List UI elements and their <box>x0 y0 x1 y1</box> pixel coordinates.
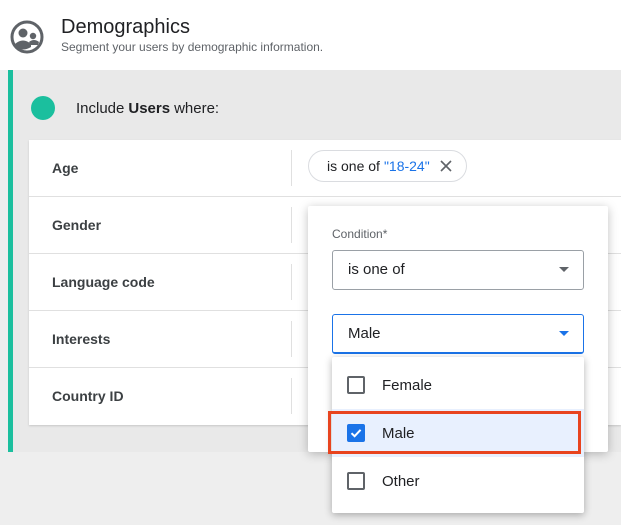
chip-condition: is one of <box>327 158 380 174</box>
row-label-interests: Interests <box>52 331 111 347</box>
include-text: Include Users where: <box>76 100 219 117</box>
selection-highlight-box <box>328 411 581 454</box>
row-divider <box>291 150 292 186</box>
table-row[interactable]: Age is one of "18-24" <box>29 140 621 197</box>
option-label: Female <box>382 376 433 394</box>
close-icon[interactable] <box>440 160 452 172</box>
option-other[interactable]: Other <box>332 457 584 505</box>
chevron-down-icon <box>559 331 569 336</box>
demographics-icon <box>10 20 44 54</box>
condition-select-value: is one of <box>348 261 405 278</box>
group-status-dot <box>31 96 55 120</box>
checkbox[interactable] <box>347 472 365 490</box>
row-label-language-code: Language code <box>52 274 155 290</box>
row-divider <box>291 378 292 414</box>
checkbox[interactable] <box>347 376 365 394</box>
chip-value: "18-24" <box>383 158 430 174</box>
header: Demographics Segment your users by demog… <box>0 0 621 70</box>
condition-label: Condition* <box>332 227 388 241</box>
row-label-country-id: Country ID <box>52 388 124 404</box>
include-prefix: Include <box>76 99 125 117</box>
row-divider <box>291 264 292 300</box>
row-label-age: Age <box>52 160 79 176</box>
include-suffix: where: <box>174 99 220 117</box>
option-female[interactable]: Female <box>332 361 584 409</box>
age-condition-chip[interactable]: is one of "18-24" <box>308 150 467 182</box>
include-entity: Users <box>128 99 171 117</box>
page-title: Demographics <box>61 16 190 38</box>
row-label-gender: Gender <box>52 217 102 233</box>
row-divider <box>291 207 292 243</box>
page-subtitle: Segment your users by demographic inform… <box>61 40 324 54</box>
chevron-down-icon <box>559 267 569 272</box>
row-divider <box>291 321 292 357</box>
include-row: Include Users where: <box>31 96 219 120</box>
value-select-value: Male <box>348 325 381 342</box>
option-label: Other <box>382 472 420 490</box>
condition-select[interactable]: is one of <box>332 250 584 290</box>
value-select[interactable]: Male <box>332 314 584 354</box>
